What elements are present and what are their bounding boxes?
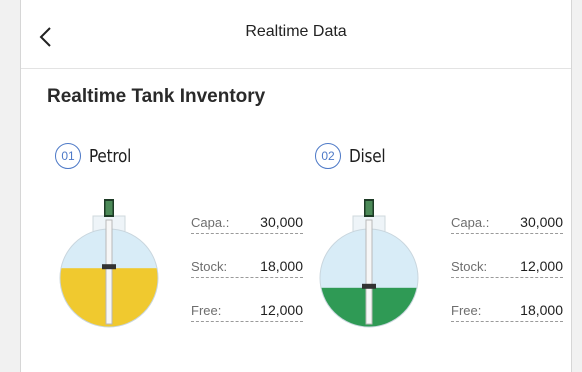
tank-card-disel[interactable]: 02 Disel Capa.: 30,000 Stock: 12,000 Fre… [315,140,565,340]
stat-value: 12,000 [520,258,563,274]
tank-float [102,264,116,270]
stat-label: Stock: [191,259,228,274]
tank-dipstick [365,219,373,325]
stat-row-free: Free: 18,000 [451,290,563,334]
app-bar: Realtime Data [21,0,571,69]
tank-number-badge: 02 [315,143,341,169]
stat-row-stock: Stock: 12,000 [451,246,563,290]
dashed-divider [451,321,563,322]
stat-value: 30,000 [260,214,303,230]
stat-row-capacity: Capa.: 30,000 [191,202,303,246]
stat-label: Free: [451,303,482,318]
stat-value: 18,000 [520,302,563,318]
stat-value: 12,000 [260,302,303,318]
tank-float [362,283,376,289]
stat-label: Free: [191,303,222,318]
page-title: Realtime Data [245,23,347,40]
stat-row-capacity: Capa.: 30,000 [451,202,563,246]
dashed-divider [191,233,303,234]
dashed-divider [451,233,563,234]
stat-label: Capa.: [191,215,230,230]
stat-row-stock: Stock: 18,000 [191,246,303,290]
tank-name: Disel [349,145,386,167]
tank-stats: Capa.: 30,000 Stock: 18,000 Free: 12,000 [191,202,303,334]
tank-name: Petrol [89,145,132,167]
stat-value: 30,000 [520,214,563,230]
stat-row-free: Free: 12,000 [191,290,303,334]
dashed-divider [191,277,303,278]
tank-header: 02 Disel [315,140,392,172]
stat-value: 18,000 [260,258,303,274]
tank-stats: Capa.: 30,000 Stock: 12,000 Free: 18,000 [451,202,563,334]
tank-level-gauge [319,199,419,328]
tank-card-petrol[interactable]: 01 Petrol Capa.: 30,000 Stock: 18,000 Fr… [55,140,305,340]
app-screen: Realtime Data Realtime Tank Inventory 01… [20,0,572,372]
dashed-divider [191,321,303,322]
section-title: Realtime Tank Inventory [47,86,266,107]
tank-level-gauge [59,199,159,328]
stat-label: Capa.: [451,215,490,230]
stat-label: Stock: [451,259,488,274]
tank-dipstick [105,219,113,325]
tank-header: 01 Petrol [55,140,139,172]
dashed-divider [451,277,563,278]
tank-number-badge: 01 [55,143,81,169]
